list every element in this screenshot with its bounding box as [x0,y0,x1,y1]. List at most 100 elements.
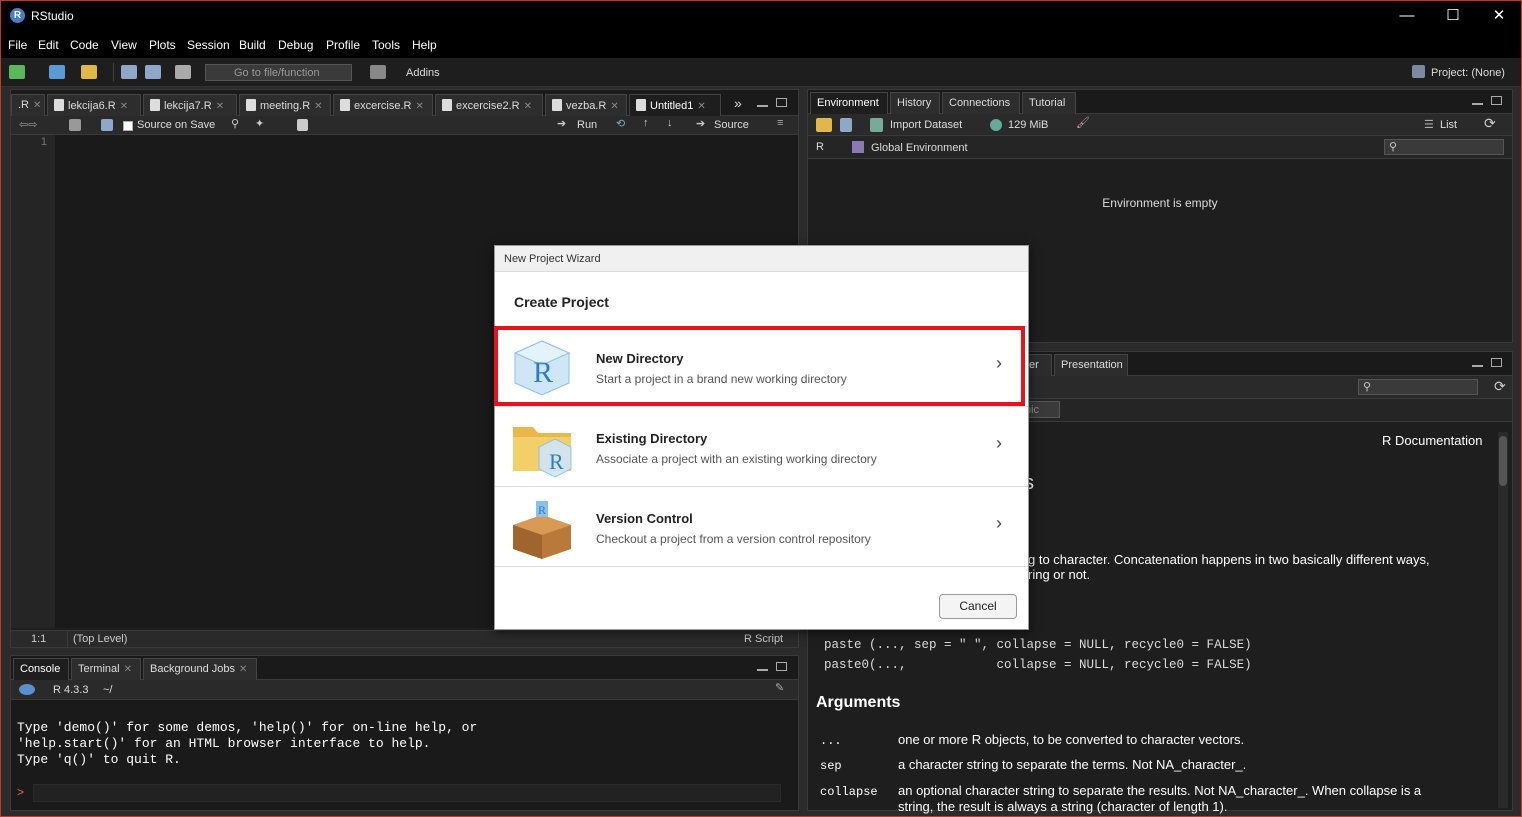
menu-session[interactable]: Session [187,38,230,52]
editor-tab[interactable]: excercise2.R ✕ [435,94,543,116]
svg-text:R: R [538,503,546,517]
menu-code[interactable]: Code [70,38,99,52]
save-icon[interactable] [121,65,137,79]
save-icon[interactable] [101,119,113,131]
menu-edit[interactable]: Edit [38,38,59,52]
environment-tab[interactable]: Environment [810,92,888,114]
minimize-pane-icon[interactable] [757,103,768,107]
editor-tab[interactable]: meeting.R ✕ [239,94,331,116]
menu-debug[interactable]: Debug [278,38,313,52]
maximize-pane-icon[interactable] [776,662,787,671]
memory-usage[interactable]: 129 MiB [1008,119,1048,131]
compile-report-icon[interactable] [297,119,308,131]
maximize-pane-icon[interactable] [1491,358,1502,367]
addins-menu[interactable]: Addins [406,67,440,79]
menu-view[interactable]: View [111,38,137,52]
show-in-window-icon[interactable] [69,119,81,131]
workspace-panes-icon[interactable] [370,65,386,79]
help-search-input[interactable]: ⚲ [1358,379,1478,395]
search-icon[interactable]: ⚲ [231,117,239,130]
close-tab-icon[interactable]: ✕ [239,664,247,675]
down-arrow-icon[interactable]: ↓ [667,117,673,129]
menu-tools[interactable]: Tools [372,38,400,52]
more-tabs-icon[interactable]: » [734,95,742,111]
console-tab[interactable]: Console [13,658,69,680]
outline-icon[interactable]: ≡ [777,117,783,129]
language-selector[interactable]: R [816,141,824,153]
source-on-save-checkbox[interactable] [123,121,133,131]
scrollbar-thumb[interactable] [1499,436,1507,486]
working-directory[interactable]: ~/ [103,684,112,696]
close-tab-icon[interactable]: ✕ [216,101,224,112]
line-gutter: 1 [11,135,55,628]
history-tab[interactable]: History [890,92,940,114]
r-file-icon [54,99,64,111]
environment-search-input[interactable]: ⚲ [1384,139,1504,155]
menu-plots[interactable]: Plots [149,38,176,52]
menu-build[interactable]: Build [239,38,266,52]
print-icon[interactable] [175,65,191,79]
new-project-icon[interactable] [49,65,65,79]
editor-tab[interactable]: lekcija6.R ✕ [47,94,141,116]
close-tab-icon[interactable]: ✕ [610,101,618,112]
refresh-icon[interactable]: ⟳ [1484,115,1496,132]
editor-tab[interactable]: vezba.R ✕ [545,94,627,116]
file-type-selector[interactable]: R Script [744,633,783,645]
view-mode-selector[interactable]: List [1440,119,1457,131]
new-file-icon[interactable] [9,65,25,79]
source-arrow-icon: ➔ [696,118,706,130]
minimize-pane-icon[interactable] [757,667,768,671]
project-menu[interactable]: Project: (None) [1431,67,1505,79]
save-workspace-icon[interactable] [840,118,852,132]
close-tab-icon[interactable]: ✕ [415,101,423,112]
load-workspace-icon[interactable] [816,118,832,132]
editor-tab[interactable]: lekcija7.R ✕ [143,94,237,116]
editor-tab[interactable]: excercise.R ✕ [333,94,433,116]
minimize-button[interactable]: — [1384,1,1430,31]
refresh-icon[interactable]: ⟳ [1494,378,1506,395]
close-tab-icon[interactable]: ✕ [124,664,132,675]
save-all-icon[interactable] [145,65,161,79]
connections-tab[interactable]: Connections [942,92,1020,114]
code-tools-icon[interactable]: ✦ [255,117,264,130]
up-arrow-icon[interactable]: ↑ [643,117,649,129]
console-input[interactable] [33,784,781,802]
back-forward-icon[interactable]: ⇦⇨ [19,118,37,131]
import-dataset-button[interactable]: Import Dataset [890,119,962,131]
tutorial-tab[interactable]: Tutorial [1022,92,1076,114]
close-tab-icon[interactable]: ✕ [314,101,322,112]
maximize-pane-icon[interactable] [1491,96,1502,105]
project-icon [1412,65,1425,78]
close-button[interactable]: ✕ [1476,1,1521,31]
close-tab-icon[interactable]: ✕ [524,101,532,112]
cancel-button[interactable]: Cancel [939,594,1017,619]
menu-help[interactable]: Help [412,38,437,52]
clear-workspace-icon[interactable]: 🖌 [1076,116,1090,129]
version-control-option[interactable]: R Version Control Checkout a project fro… [495,487,1028,567]
close-tab-icon[interactable]: ✕ [120,101,128,112]
go-to-file-input[interactable]: Go to file/function [205,64,352,81]
maximize-pane-icon[interactable] [776,98,787,107]
menu-file[interactable]: File [8,38,27,52]
editor-tab-active[interactable]: Untitled1 ✕ [629,94,721,116]
existing-directory-option[interactable]: R Existing Directory Associate a project… [495,407,1028,487]
rerun-icon[interactable]: ⟲ [616,117,625,130]
maximize-button[interactable]: ☐ [1430,1,1476,31]
scope-selector[interactable]: (Top Level) [73,633,127,645]
close-tab-icon[interactable]: ✕ [697,101,705,112]
close-tab-icon[interactable]: ✕ [33,100,41,111]
terminal-tab[interactable]: Terminal ✕ [71,658,141,680]
scrollbar-track[interactable] [1498,432,1508,808]
minimize-pane-icon[interactable] [1472,101,1483,105]
editor-tab[interactable]: .R ✕ [11,94,45,116]
source-button[interactable]: Source [714,119,749,131]
presentation-tab[interactable]: Presentation [1054,354,1128,376]
run-button[interactable]: Run [577,119,597,131]
open-file-icon[interactable] [81,65,97,79]
menu-profile[interactable]: Profile [326,38,360,52]
clear-console-icon[interactable]: ✎ [775,681,784,694]
background-jobs-tab[interactable]: Background Jobs ✕ [143,658,257,680]
minimize-pane-icon[interactable] [1472,363,1483,367]
environment-scope-selector[interactable]: Global Environment [871,142,968,154]
new-directory-option[interactable]: R New Directory Start a project in a bra… [495,327,1028,407]
